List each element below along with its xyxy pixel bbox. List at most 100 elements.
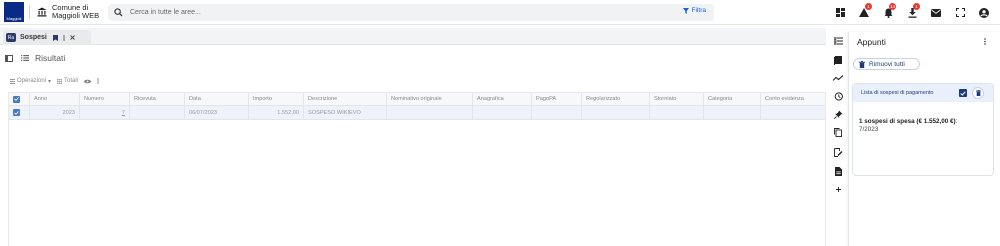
- column-header[interactable]: Numero: [80, 93, 130, 105]
- column-header[interactable]: Nominativo originale: [387, 93, 473, 105]
- mail-icon[interactable]: [924, 0, 948, 25]
- clipboard-card: Lista di sospesi di pagamento 1 sospesi …: [852, 83, 994, 176]
- filter-button[interactable]: Filtra: [682, 7, 706, 14]
- warning-icon[interactable]: 1: [852, 0, 876, 25]
- table-row[interactable]: 2023 7 06/07/2023 1.552,00 SOSPESO WIKIE…: [9, 106, 825, 120]
- cell-nominativo: [387, 106, 473, 119]
- column-header[interactable]: Conto evidenza: [761, 93, 827, 105]
- tab-sospesi[interactable]: Ra Sospesi: [3, 30, 91, 45]
- user-avatar-icon[interactable]: [972, 0, 996, 25]
- history-icon[interactable]: [833, 91, 843, 101]
- tab-actions: [52, 34, 75, 41]
- download-icon[interactable]: 1: [900, 0, 924, 25]
- results-title: Risultati: [35, 53, 66, 63]
- check-icon: [14, 110, 19, 115]
- alerts-badge: 1: [865, 3, 872, 10]
- top-bar: Maggioli Comune di Maggioli WEB Cerca in…: [0, 0, 1000, 25]
- logo-text: Maggioli: [6, 16, 22, 21]
- column-header[interactable]: Descrizione: [304, 93, 387, 105]
- cell-descrizione: SOSPESO WIKIEVO: [304, 106, 387, 119]
- cell-numero[interactable]: 7: [80, 106, 130, 119]
- table-toolbar: Operazioni ▾ Totali: [10, 76, 99, 86]
- card-title: Lista di sospesi di pagamento: [861, 90, 934, 96]
- maggioli-logo[interactable]: Maggioli: [4, 2, 24, 22]
- list-icon[interactable]: [21, 55, 29, 61]
- trash-icon: [975, 90, 981, 96]
- organization-name[interactable]: Comune di Maggioli WEB: [52, 4, 99, 20]
- card-summary-tail: :: [955, 118, 958, 125]
- cell-ricevuta: [130, 106, 185, 119]
- more-vertical-icon[interactable]: [63, 34, 65, 41]
- card-summary-bold: 1 sospesi di spesa (€ 1.552,00 €): [859, 118, 956, 125]
- column-header[interactable]: Importo: [249, 93, 304, 105]
- remove-all-button[interactable]: Rimuovi tutti: [853, 58, 920, 70]
- check-icon: [960, 90, 966, 96]
- check-icon: [14, 97, 19, 101]
- bank-icon: [37, 7, 47, 17]
- column-header[interactable]: Data: [185, 93, 249, 105]
- fullscreen-icon[interactable]: [948, 0, 972, 25]
- books-icon[interactable]: [833, 55, 843, 65]
- global-search[interactable]: Cerca in tutte le aree... Filtra: [108, 4, 714, 21]
- column-header[interactable]: Anno: [30, 93, 80, 105]
- org-line-2: Maggioli WEB: [52, 11, 100, 20]
- cell-data: 06/07/2023: [185, 106, 249, 119]
- dashboard-icon[interactable]: [828, 0, 852, 25]
- pin-icon[interactable]: [833, 109, 843, 119]
- chevron-down-icon: ▾: [48, 78, 52, 85]
- table-header: Anno Numero Ricevuta Data Importo Descri…: [9, 93, 825, 106]
- more-vertical-icon[interactable]: [97, 78, 99, 84]
- copy-icon[interactable]: [833, 127, 843, 137]
- document-icon[interactable]: [833, 166, 843, 176]
- cell-conto: [761, 106, 827, 119]
- card-summary: 1 sospesi di spesa (€ 1.552,00 €):: [859, 118, 957, 125]
- notifications-badge: 14: [888, 3, 896, 10]
- totals-icon: [57, 78, 63, 84]
- operations-icon: [10, 78, 15, 84]
- add-icon[interactable]: [833, 184, 843, 194]
- eye-icon[interactable]: [84, 79, 92, 84]
- cell-categoria: [704, 106, 761, 119]
- tab-label: Sospesi: [20, 34, 47, 41]
- module-icon: Ra: [6, 33, 16, 42]
- cell-anno: 2023: [30, 106, 80, 119]
- panel-more-icon[interactable]: [984, 38, 986, 47]
- results-header: Risultati: [0, 48, 826, 68]
- edit-note-icon[interactable]: [833, 147, 843, 157]
- trend-icon[interactable]: [833, 73, 843, 83]
- bell-icon[interactable]: 14: [876, 0, 900, 25]
- downloads-badge: 1: [913, 3, 920, 10]
- operations-dropdown[interactable]: Operazioni ▾: [10, 78, 51, 85]
- row-checkbox[interactable]: [13, 109, 20, 116]
- search-input[interactable]: Cerca in tutte le aree...: [130, 9, 201, 16]
- column-header[interactable]: Anagrafica: [473, 93, 532, 105]
- bookmark-icon[interactable]: [52, 34, 58, 41]
- column-header[interactable]: PagoPA: [532, 93, 582, 105]
- checklist-icon[interactable]: [833, 36, 843, 46]
- search-icon: [114, 8, 123, 17]
- cell-anagrafica: [473, 106, 532, 119]
- cell-importo: 1.552,00: [249, 106, 304, 119]
- column-header[interactable]: Regolarizzato: [582, 93, 650, 105]
- card-detail: 7/2023: [859, 126, 879, 133]
- column-header[interactable]: Storniato: [650, 93, 704, 105]
- remove-all-label: Rimuovi tutti: [869, 60, 905, 68]
- clipboard-panel: Appunti Rimuovi tutti Lista di sospesi d…: [848, 32, 998, 246]
- select-all-checkbox[interactable]: [13, 95, 20, 103]
- totals-label: Totali: [64, 78, 79, 84]
- column-header[interactable]: Ricevuta: [130, 93, 185, 105]
- operations-label: Operazioni: [17, 78, 47, 84]
- side-icon-rail: [828, 32, 848, 246]
- cell-regolarizzato: [582, 106, 650, 119]
- card-checkbox[interactable]: [959, 89, 967, 97]
- card-delete-button[interactable]: [972, 87, 984, 99]
- totals-button[interactable]: Totali: [57, 78, 78, 84]
- results-table: Anno Numero Ricevuta Data Importo Descri…: [8, 92, 826, 246]
- row-select-cell: [9, 106, 30, 119]
- select-all-cell: [9, 93, 30, 105]
- column-header[interactable]: Categoria: [704, 93, 761, 105]
- sidebar-toggle-icon[interactable]: [5, 54, 13, 62]
- close-icon[interactable]: [70, 35, 75, 40]
- filter-icon: [682, 7, 689, 14]
- top-actions: 1 14 1: [828, 0, 996, 25]
